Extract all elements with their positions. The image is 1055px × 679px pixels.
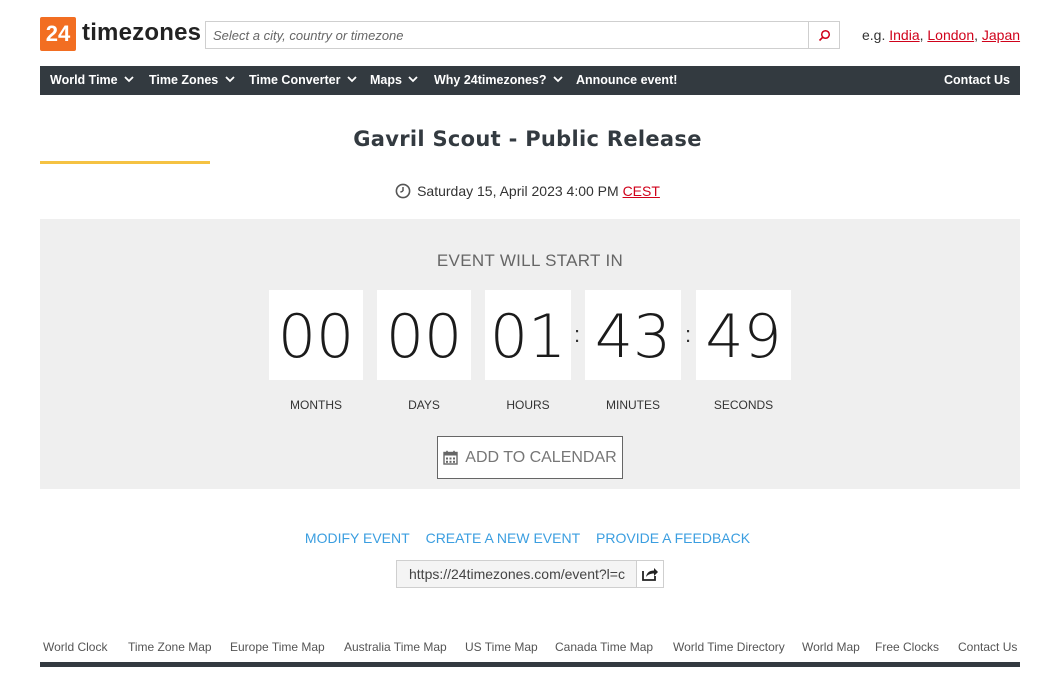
example-link-india[interactable]: India (889, 27, 919, 43)
countdown-minutes: 43 (585, 290, 681, 380)
nav-world-time[interactable]: World Time (50, 66, 134, 95)
logo-badge[interactable]: 24 (40, 17, 76, 51)
add-to-calendar-label: ADD TO CALENDAR (465, 448, 617, 466)
nav-label: World Time (50, 73, 118, 87)
footer-link[interactable]: World Time Directory (673, 640, 785, 654)
label-seconds: SECONDS (713, 398, 774, 412)
clock-icon (395, 183, 411, 199)
countdown-seconds: 49 (696, 290, 791, 380)
examples-prefix: e.g. (862, 27, 886, 43)
timezone-link[interactable]: CEST (623, 183, 660, 199)
event-title: Gavril Scout - Public Release (353, 127, 702, 151)
countdown-heading: EVENT WILL START IN (436, 251, 624, 270)
label-minutes: MINUTES (606, 398, 660, 412)
nav-label: Announce event! (576, 73, 678, 87)
create-event-link[interactable]: CREATE A NEW EVENT (426, 530, 581, 546)
nav-time-converter[interactable]: Time Converter (249, 66, 357, 95)
footer-link[interactable]: World Map (802, 640, 860, 654)
nav-label: Time Converter (249, 73, 341, 87)
chevron-down-icon (124, 76, 134, 83)
label-months: MONTHS (290, 398, 342, 412)
footer-bar (40, 662, 1020, 667)
share-url-field[interactable]: https://24timezones.com/event?l=c (396, 560, 637, 588)
main-nav: World Time Time Zones Time Converter Map… (40, 66, 1020, 95)
event-datetime: Saturday 15, April 2023 4:00 PM CEST (0, 183, 1055, 199)
countdown-months: 00 (269, 290, 363, 380)
search-button[interactable] (809, 21, 840, 49)
event-date-text: Saturday 15, April 2023 4:00 PM (417, 183, 619, 199)
footer-link[interactable]: Canada Time Map (555, 640, 653, 654)
search-icon (818, 29, 830, 41)
event-actions: MODIFY EVENT CREATE A NEW EVENT PROVIDE … (0, 530, 1055, 546)
title-underline (40, 161, 210, 164)
calendar-icon (443, 450, 458, 465)
countdown-separator: : (574, 322, 581, 347)
footer-link[interactable]: US Time Map (465, 640, 538, 654)
countdown-days: 00 (377, 290, 471, 380)
search-input[interactable] (205, 21, 809, 49)
modify-event-link[interactable]: MODIFY EVENT (305, 530, 410, 546)
countdown-hours: 01 (485, 290, 571, 380)
nav-label: Time Zones (149, 73, 219, 87)
nav-why-24timezones[interactable]: Why 24timezones? (434, 66, 563, 95)
example-link-japan[interactable]: Japan (982, 27, 1020, 43)
nav-maps[interactable]: Maps (370, 66, 419, 95)
label-days: DAYS (408, 398, 440, 412)
logo-text[interactable]: timezones (82, 19, 201, 47)
nav-contact-us[interactable]: Contact Us (944, 66, 1010, 95)
share-button[interactable] (636, 560, 664, 588)
chevron-down-icon (347, 76, 357, 83)
nav-label: Maps (370, 73, 402, 87)
share-icon (642, 568, 658, 581)
label-hours: HOURS (506, 398, 550, 412)
footer-link[interactable]: Time Zone Map (128, 640, 212, 654)
footer-nav: World Clock Time Zone Map Europe Time Ma… (40, 640, 1020, 660)
chevron-down-icon (225, 76, 235, 83)
nav-time-zones[interactable]: Time Zones (149, 66, 235, 95)
example-link-london[interactable]: London (927, 27, 974, 43)
nav-announce-event[interactable]: Announce event! (576, 66, 677, 95)
footer-link[interactable]: Contact Us (958, 640, 1017, 654)
footer-link[interactable]: World Clock (43, 640, 107, 654)
chevron-down-icon (553, 76, 563, 83)
add-to-calendar-button[interactable]: ADD TO CALENDAR (437, 436, 623, 479)
nav-label: Why 24timezones? (434, 73, 547, 87)
chevron-down-icon (408, 76, 419, 83)
feedback-link[interactable]: PROVIDE A FEEDBACK (596, 530, 750, 546)
footer-link[interactable]: Australia Time Map (344, 640, 447, 654)
search-examples: e.g. India, London, Japan (862, 27, 1021, 43)
countdown-separator: : (685, 322, 692, 347)
footer-link[interactable]: Europe Time Map (230, 640, 325, 654)
footer-link[interactable]: Free Clocks (875, 640, 939, 654)
